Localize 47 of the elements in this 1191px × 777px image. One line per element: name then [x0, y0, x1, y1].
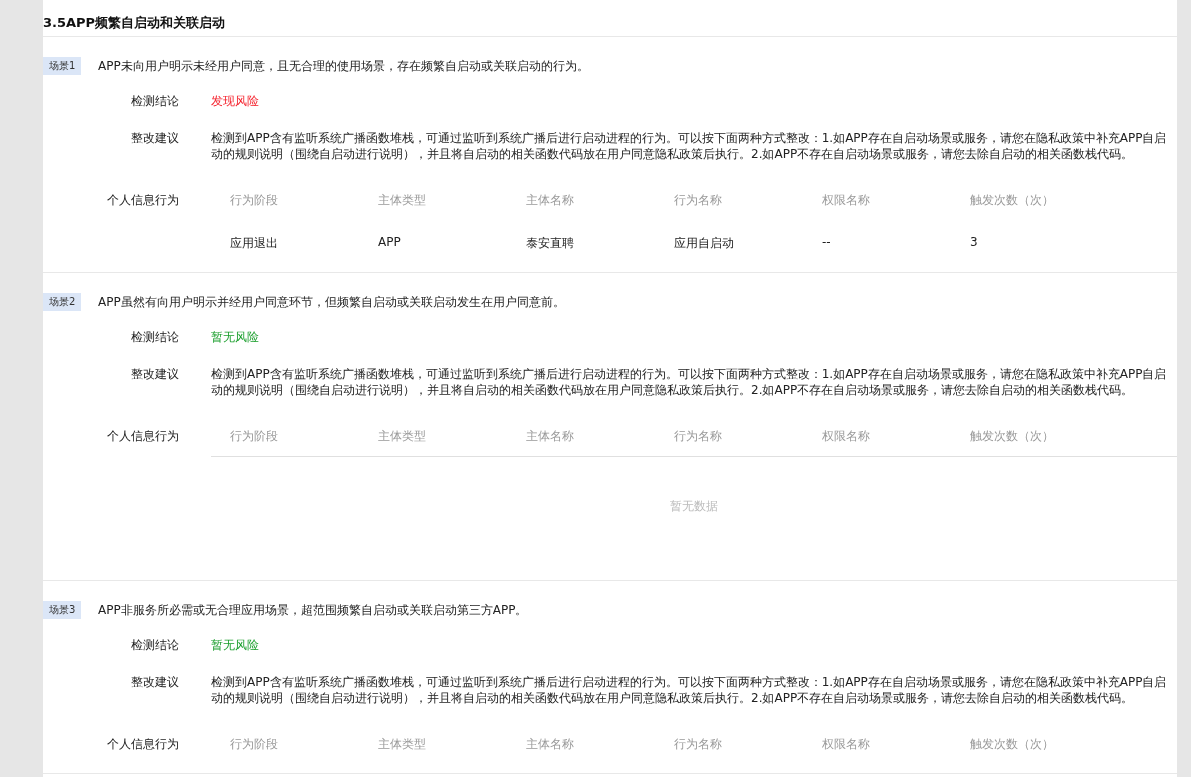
table-cell-text: 应用退出	[229, 235, 279, 252]
column-header: 权限名称	[821, 736, 871, 753]
scenario-description: APP虽然有向用户明示并经用户同意环节，但频繁自启动或关联启动发生在用户同意前。	[98, 293, 565, 311]
empty-text: 暂无数据	[670, 499, 718, 513]
table-cell-text: APP	[377, 235, 402, 251]
field-label: 检测结论	[130, 637, 179, 654]
column-header: 权限名称	[821, 428, 871, 445]
field-label: 整改建议	[130, 366, 179, 383]
suggestion-text: 检测到APP含有监听系统广播函数堆栈，可通过监听到系统广播后进行启动进程的行为。可以按下面两种方式整改：1.如APP存在自启动场景或服务，请您在隐私政策中补充APP自启动的规则说明（围绕自启动进行说明），并且将自启动的相关函数代码放在用户同意隐私政策后执行。2.如APP不存在自启动场景或服务，请您去除自启动的相关函数栈代码。	[211, 366, 1168, 398]
conclusion-value: 暂无风险	[211, 329, 259, 346]
field-label: 整改建议	[130, 130, 179, 147]
scenario-description: APP非服务所必需或无合理应用场景，超范围频繁自启动或关联启动第三方APP。	[98, 601, 528, 619]
column-header: 主体类型	[377, 736, 427, 753]
field-label: 整改建议	[130, 674, 179, 691]
scenario-tag: 场景1	[43, 57, 81, 75]
column-header: 行为阶段	[229, 192, 279, 209]
suggestion-text: 检测到APP含有监听系统广播函数堆栈，可通过监听到系统广播后进行启动进程的行为。可以按下面两种方式整改：1.如APP存在自启动场景或服务，请您在隐私政策中补充APP自启动的规则说明（围绕自启动进行说明），并且将自启动的相关函数代码放在用户同意隐私政策后执行。2.如APP不存在自启动场景或服务，请您去除自启动的相关函数栈代码。	[211, 674, 1168, 706]
scenario-tag: 场景3	[43, 601, 81, 619]
column-header: 主体类型	[377, 428, 427, 445]
column-header: 行为阶段	[229, 428, 279, 445]
column-header: 行为阶段	[229, 736, 279, 753]
field-label: 个人信息行为	[106, 428, 179, 445]
column-header: 主体类型	[377, 192, 427, 209]
scenario-description: APP未向用户明示未经用户同意，且无合理的使用场景，存在频繁自启动或关联启动的行为。	[98, 57, 589, 75]
scenario-tag: 场景2	[43, 293, 81, 311]
table-cell-text: 泰安直聘	[525, 235, 575, 252]
column-header: 触发次数（次）	[969, 192, 1055, 209]
column-header: 行为名称	[673, 428, 723, 445]
conclusion-value: 暂无风险	[211, 637, 259, 654]
column-header: 权限名称	[821, 192, 871, 209]
suggestion-text: 检测到APP含有监听系统广播函数堆栈，可通过监听到系统广播后进行启动进程的行为。可以按下面两种方式整改：1.如APP存在自启动场景或服务，请您在隐私政策中补充APP自启动的规则说明（围绕自启动进行说明），并且将自启动的相关函数代码放在用户同意隐私政策后执行。2.如APP不存在自启动场景或服务，请您去除自启动的相关函数栈代码。	[211, 130, 1168, 162]
column-header: 触发次数（次）	[969, 428, 1055, 445]
conclusion-value: 发现风险	[211, 93, 259, 110]
table-cell-text: --	[821, 235, 832, 251]
table-cell-text: 3	[969, 235, 979, 251]
column-header: 主体名称	[525, 428, 575, 445]
field-label: 个人信息行为	[106, 736, 179, 753]
field-label: 检测结论	[130, 329, 179, 346]
column-header: 主体名称	[525, 192, 575, 209]
column-header: 行为名称	[673, 192, 723, 209]
section-title: 3.5APP频繁自启动和关联启动	[43, 0, 1177, 37]
table-cell-text: 应用自启动	[673, 235, 735, 252]
column-header: 主体名称	[525, 736, 575, 753]
field-label: 检测结论	[130, 93, 179, 110]
field-label: 个人信息行为	[106, 192, 179, 209]
column-header: 行为名称	[673, 736, 723, 753]
column-header: 触发次数（次）	[969, 736, 1055, 753]
